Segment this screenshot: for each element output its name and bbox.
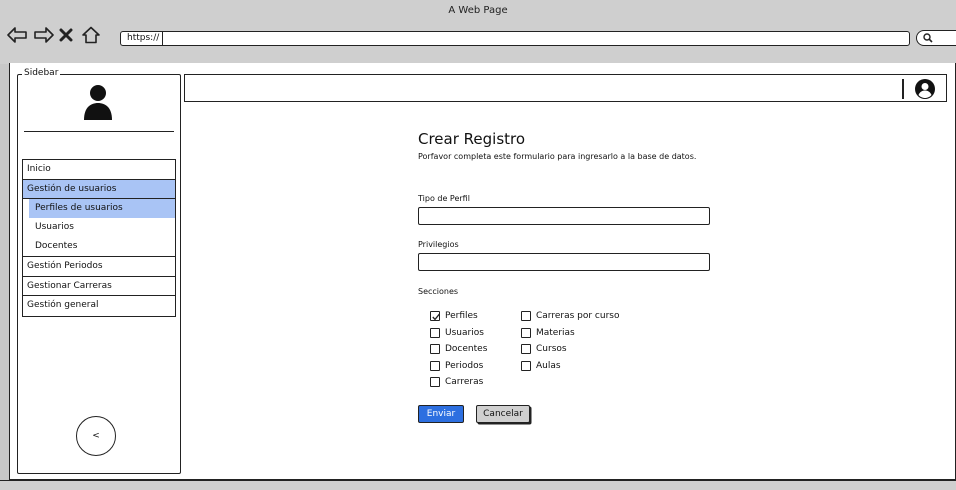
checkbox-periodos[interactable]: Periodos <box>430 358 487 375</box>
checkbox-perfiles[interactable]: Perfiles <box>430 308 487 325</box>
url-text: https:// <box>124 32 164 45</box>
sections-label: Secciones <box>418 287 459 296</box>
form-title: Crear Registro <box>418 130 526 148</box>
checkbox-label: Periodos <box>445 360 484 371</box>
checkbox-box[interactable] <box>430 377 440 388</box>
checkbox-box[interactable] <box>521 311 531 322</box>
checkbox-label: Usuarios <box>445 327 484 338</box>
form-subtitle: Porfavor completa este formulario para i… <box>418 152 697 161</box>
sidebar-item-gestion-periodos[interactable]: Gestión Periodos <box>23 257 175 277</box>
collapse-sidebar-button[interactable]: < <box>76 416 116 456</box>
sidebar-subitem-docentes[interactable]: Docentes <box>23 237 175 256</box>
checkbox-box[interactable] <box>430 311 440 322</box>
sidebar-item-gestion-usuarios[interactable]: Gestión de usuarios <box>23 179 175 199</box>
sidebar-menu: Inicio Gestión de usuarios Perfiles de u… <box>22 159 176 317</box>
url-bar[interactable]: https:// <box>120 31 910 46</box>
checkbox-label: Docentes <box>445 344 488 355</box>
checkbox-label: Carreras por curso <box>536 311 620 322</box>
profile-type-input[interactable] <box>418 207 710 225</box>
checkbox-label: Materias <box>536 327 575 338</box>
checkbox-box[interactable] <box>430 344 440 355</box>
sections-column-1: Perfiles Usuarios Docentes Periodos Carr… <box>430 308 487 391</box>
sidebar-submenu: Perfiles de usuarios Usuarios Docentes <box>23 199 175 257</box>
checkbox-carreras-por-curso[interactable]: Carreras por curso <box>521 308 619 325</box>
profile-type-label: Tipo de Perfil <box>418 194 470 203</box>
account-icon[interactable] <box>914 78 936 104</box>
sidebar-subitem-perfiles[interactable]: Perfiles de usuarios <box>29 199 175 218</box>
checkbox-materias[interactable]: Materias <box>521 325 619 342</box>
window-title: A Web Page <box>448 5 508 16</box>
checkbox-box[interactable] <box>521 360 531 371</box>
sidebar-item-gestionar-carreras[interactable]: Gestionar Carreras <box>23 276 175 296</box>
top-bar-separator <box>902 79 904 99</box>
user-avatar-icon <box>83 83 113 125</box>
close-icon[interactable] <box>58 24 74 46</box>
top-bar <box>184 74 947 102</box>
sidebar-item-gestion-general[interactable]: Gestión general <box>23 296 175 316</box>
checkbox-carreras[interactable]: Carreras <box>430 374 487 391</box>
home-icon[interactable] <box>80 24 102 46</box>
checkbox-box[interactable] <box>430 360 440 371</box>
checkmark-icon <box>432 314 440 321</box>
checkbox-label: Carreras <box>445 377 484 388</box>
checkbox-label: Aulas <box>536 360 561 371</box>
checkbox-label: Cursos <box>536 344 567 355</box>
privileges-input[interactable] <box>418 253 710 271</box>
sidebar: Sidebar Inicio Gestión de usuarios Perfi… <box>17 68 181 474</box>
browser-status-bar <box>0 480 956 490</box>
browser-chrome: A Web Page https:// <box>0 0 956 64</box>
sidebar-subitem-usuarios[interactable]: Usuarios <box>23 218 175 237</box>
checkbox-label: Perfiles <box>445 311 478 322</box>
browser-search-field[interactable] <box>916 30 956 46</box>
sidebar-divider <box>24 131 174 132</box>
sections-column-2: Carreras por curso Materias Cursos Aulas <box>521 308 619 374</box>
forward-arrow-icon[interactable] <box>33 24 55 46</box>
privileges-label: Privilegios <box>418 240 459 249</box>
sidebar-legend: Sidebar <box>22 68 61 78</box>
checkbox-cursos[interactable]: Cursos <box>521 341 619 358</box>
sidebar-item-inicio[interactable]: Inicio <box>23 160 175 180</box>
cancel-button[interactable]: Cancelar <box>476 405 530 423</box>
checkbox-usuarios[interactable]: Usuarios <box>430 325 487 342</box>
checkbox-aulas[interactable]: Aulas <box>521 358 619 375</box>
submit-button[interactable]: Enviar <box>418 405 464 423</box>
checkbox-box[interactable] <box>521 344 531 355</box>
checkbox-box[interactable] <box>430 327 440 338</box>
search-icon <box>923 33 933 43</box>
checkbox-docentes[interactable]: Docentes <box>430 341 487 358</box>
create-record-form: Crear Registro Porfavor completa este fo… <box>418 130 838 161</box>
back-arrow-icon[interactable] <box>6 24 28 46</box>
checkbox-box[interactable] <box>521 327 531 338</box>
